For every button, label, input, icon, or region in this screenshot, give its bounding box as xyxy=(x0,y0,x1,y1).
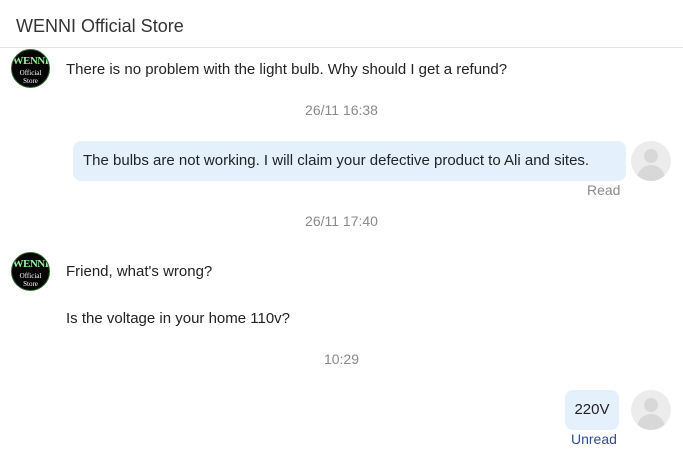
chat-header: WENNI Official Store xyxy=(0,0,683,48)
unread-status: Unread xyxy=(571,431,617,447)
user-message-bubble: The bulbs are not working. I will claim … xyxy=(73,141,626,181)
store-avatar-logo-text: Store xyxy=(23,280,38,288)
store-avatar-logo-text: Store xyxy=(23,77,38,85)
user-avatar-head xyxy=(644,149,658,163)
store-avatar[interactable]: WENNI Official Store xyxy=(11,252,50,291)
user-avatar-body xyxy=(637,165,665,181)
store-avatar[interactable]: WENNI Official Store xyxy=(11,49,50,88)
message-list[interactable]: WENNI Official Store There is no problem… xyxy=(0,49,683,450)
user-avatar xyxy=(631,390,671,430)
read-status: Read xyxy=(587,182,621,198)
user-avatar-head xyxy=(644,398,658,412)
store-message: Friend, what's wrong? xyxy=(66,263,213,280)
store-message: There is no problem with the light bulb.… xyxy=(66,61,508,78)
store-avatar-logo-text: Official xyxy=(19,272,42,280)
chat-title: WENNI Official Store xyxy=(16,16,184,36)
store-avatar-logo-text: WENNI xyxy=(12,258,49,270)
store-avatar-logo-text: WENNI xyxy=(12,55,49,67)
message-timestamp: 26/11 16:38 xyxy=(305,102,378,118)
user-avatar-body xyxy=(637,414,665,430)
user-message-text: 220V xyxy=(574,401,610,418)
user-message-text: The bulbs are not working. I will claim … xyxy=(83,152,590,169)
user-message-bubble: 220V xyxy=(565,390,619,430)
message-timestamp: 10:29 xyxy=(323,351,360,367)
store-avatar-logo-text: Official xyxy=(19,69,42,77)
user-avatar xyxy=(631,141,671,181)
store-message: Is the voltage in your home 110v? xyxy=(66,310,291,327)
message-timestamp: 26/11 17:40 xyxy=(305,213,378,229)
